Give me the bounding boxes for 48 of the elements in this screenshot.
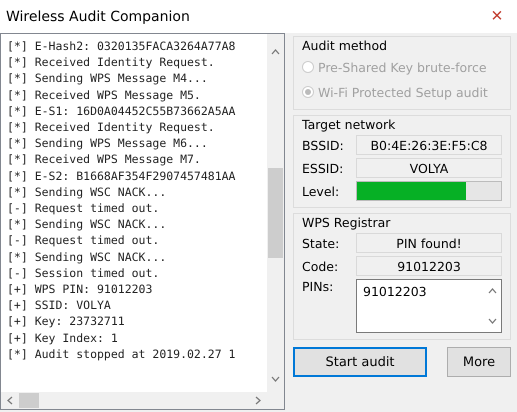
field-label: PINs:	[302, 279, 334, 294]
scroll-down-icon[interactable]	[271, 376, 280, 382]
group-title: WPS Registrar	[302, 215, 392, 230]
field-label: BSSID:	[302, 138, 345, 152]
field-label: ESSID:	[302, 160, 344, 176]
log-line: [-] Request timed out.	[7, 200, 160, 216]
log-line: [*] Sending WSC NACK...	[7, 184, 168, 200]
horizontal-scrollbar[interactable]	[1, 392, 267, 409]
log-line: [+] SSID: VOLYA	[7, 297, 112, 314]
log-line: [*] Sending WPS Message M4...	[7, 70, 209, 87]
window-title: Wireless Audit Companion	[6, 8, 190, 24]
pin-entry: 91012203	[362, 283, 428, 301]
log-line: [*] Audit stopped at 2019.02.27 1	[7, 346, 236, 362]
log-line: [*] Received WPS Message M7.	[7, 151, 202, 168]
log-line: [-] Session timed out.	[7, 264, 160, 282]
scroll-left-icon[interactable]	[7, 396, 13, 405]
scroll-up-icon[interactable]	[271, 49, 280, 55]
field-label: State:	[302, 236, 340, 250]
start-audit-button[interactable]: Start audit	[293, 347, 427, 377]
log-line: [*] Sending WPS Message M6...	[7, 135, 209, 152]
bssid-value: B0:4E:26:3E:F5:C8	[356, 135, 502, 155]
log-line: [*] Received WPS Message M5.	[7, 86, 202, 103]
field-label: Code:	[302, 258, 340, 274]
log-line: [*] Received Identity Request.	[7, 54, 216, 70]
log-line: [+] Key Index: 1	[7, 330, 119, 346]
state-value: PIN found!	[356, 233, 502, 253]
log-line: [*] Received Identity Request.	[7, 119, 216, 136]
group-title: Target network	[302, 117, 396, 132]
log-line: [+] Key: 23732711	[7, 313, 126, 330]
log-line: [*] Sending WSC NACK...	[7, 248, 168, 265]
log-line: [-] Request timed out.	[7, 232, 160, 249]
code-value: 91012203	[356, 256, 502, 276]
field-label: Level:	[302, 184, 340, 198]
log-line: [*] E-Hash2: 0320135FACA3264A77A8	[7, 38, 236, 54]
scroll-right-icon[interactable]	[255, 396, 261, 405]
log-line: [*] Sending WSC NACK...	[7, 216, 168, 232]
scroll-up-icon[interactable]	[488, 288, 497, 294]
essid-value: VOLYA	[356, 158, 502, 178]
log-line: [+] WPS PIN: 91012203	[7, 281, 154, 298]
more-button[interactable]: More	[447, 347, 511, 377]
pins-list[interactable]: 91012203	[356, 279, 502, 333]
log-line: [*] E-S1: 16D0A04452C55B73662A5AA	[7, 102, 236, 120]
log-line: [*] E-S2: B1668AF354F2907457481AA	[7, 168, 236, 184]
scroll-down-icon[interactable]	[488, 318, 497, 324]
scroll-thumb[interactable]	[19, 393, 39, 408]
group-title: Audit method	[302, 38, 388, 53]
scroll-thumb[interactable]	[268, 168, 283, 258]
vertical-scrollbar[interactable]	[267, 34, 284, 392]
